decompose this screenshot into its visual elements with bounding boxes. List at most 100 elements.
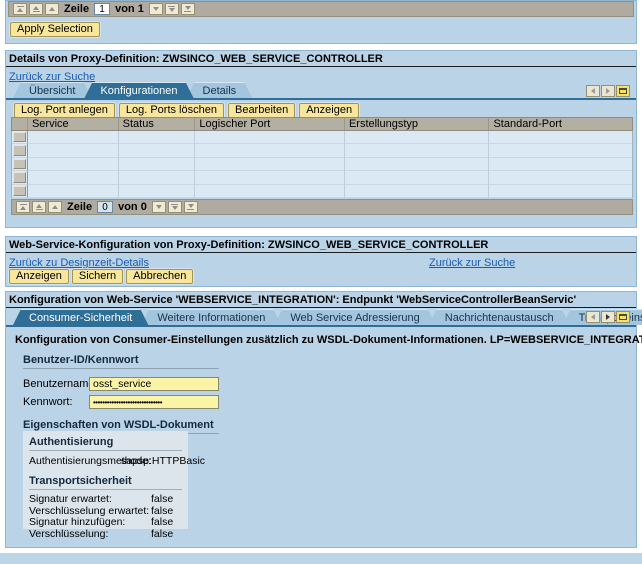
chevron-right-icon [606, 88, 610, 94]
first-row-button[interactable] [13, 3, 27, 15]
tab-consumer-sicherheit[interactable]: Consumer-Sicherheit [13, 309, 148, 325]
tab-strip-divider [6, 325, 636, 327]
col-status: Status [119, 118, 196, 130]
edit-button[interactable]: Bearbeiten [228, 103, 295, 118]
proxy-details-title: Details von Proxy-Definition: ZWSINCO_WE… [6, 52, 636, 67]
property-row: Signatur hinzufügen: false [29, 517, 182, 529]
tab-scroll-right-button[interactable] [601, 85, 615, 97]
ws-config-toolbar: Anzeigen Sichern Abbrechen [9, 269, 193, 284]
page-down-icon [172, 206, 178, 210]
auth-method-label: Authentisierungsmethode: [29, 455, 121, 467]
scroll-bottom-icon [188, 204, 194, 208]
create-logport-button[interactable]: Log. Port anlegen [14, 103, 115, 118]
chevron-left-icon [591, 88, 595, 94]
wsdl-properties-box: Authentisierung Authentisierungsmethode:… [23, 431, 188, 529]
auth-subheader: Authentisierung [29, 434, 182, 451]
page-up-icon [36, 204, 42, 208]
tab-nachrichtenaustausch[interactable]: Nachrichtenaustausch [429, 309, 570, 325]
row-up-button[interactable] [45, 3, 59, 15]
row-selector[interactable] [12, 171, 28, 184]
ws-config-title: Web-Service-Konfiguration von Proxy-Defi… [6, 238, 636, 253]
tab-scroll-right-button[interactable] [601, 311, 615, 323]
ws-config-panel: Web-Service-Konfiguration von Proxy-Defi… [5, 236, 637, 287]
table-body [11, 131, 633, 198]
col-service: Service [28, 118, 119, 130]
tab-expand-button[interactable] [616, 85, 630, 97]
back-to-search-link[interactable]: Zurück zur Suche [429, 257, 515, 269]
col-erstellungstyp: Erstellungstyp [345, 118, 490, 130]
row-selector[interactable] [12, 185, 28, 198]
endpoint-tab-scroll [586, 311, 630, 323]
page-down-button[interactable] [168, 201, 182, 213]
selection-panel: Zeile von 1 Apply Selection [5, 0, 637, 44]
row-down-button[interactable] [152, 201, 166, 213]
delete-logports-button[interactable]: Log. Ports löschen [119, 103, 224, 118]
password-input[interactable] [89, 395, 219, 409]
row-down-button[interactable] [149, 3, 163, 15]
row-number-input[interactable] [94, 3, 110, 15]
page-up-button[interactable] [29, 3, 43, 15]
property-label: Signatur erwartet: [29, 494, 151, 506]
row-up-button[interactable] [48, 201, 62, 213]
row-selector[interactable] [12, 158, 28, 171]
pager-total: von 0 [118, 201, 147, 213]
page-down-icon [169, 8, 175, 12]
row-number-input[interactable] [97, 201, 113, 213]
auth-method-value: sapsp:HTTPBasic [121, 455, 205, 467]
tab-strip-divider [6, 98, 636, 100]
tab-details[interactable]: Details [187, 82, 253, 98]
username-input[interactable] [89, 377, 219, 391]
page-up-icon [33, 6, 39, 10]
logport-toolbar: Log. Port anlegen Log. Ports löschen Bea… [14, 103, 359, 118]
property-value: false [151, 517, 173, 529]
auth-method-row: Authentisierungsmethode: sapsp:HTTPBasic [29, 455, 182, 467]
property-value: false [151, 529, 173, 541]
window-icon [619, 88, 627, 94]
table-pager: Zeile von 0 [11, 199, 633, 215]
property-label: Signatur hinzufügen: [29, 517, 151, 529]
page-down-button[interactable] [165, 3, 179, 15]
window-icon [619, 314, 627, 320]
tab-ws-adressierung[interactable]: Web Service Adressierung [274, 309, 435, 325]
last-row-button[interactable] [184, 201, 198, 213]
password-row: Kennwort: [23, 395, 219, 409]
table-row [12, 158, 632, 171]
cancel-button[interactable]: Abbrechen [126, 269, 193, 284]
display-button[interactable]: Anzeigen [9, 269, 69, 284]
proxy-details-panel: Details von Proxy-Definition: ZWSINCO_WE… [5, 50, 637, 228]
proxy-tab-strip: Übersicht Konfigurationen Details [20, 82, 252, 98]
tab-scroll-left-button[interactable] [586, 311, 600, 323]
tab-uebersicht[interactable]: Übersicht [13, 82, 91, 98]
tab-scroll-left-button[interactable] [586, 85, 600, 97]
endpoint-tab-strip: Consumer-Sicherheit Weitere Informatione… [20, 309, 642, 325]
row-selector[interactable] [12, 144, 28, 157]
scroll-bottom-icon [185, 6, 191, 10]
first-row-button[interactable] [16, 201, 30, 213]
arrow-up-icon [52, 205, 58, 209]
user-id-section-header: Benutzer-ID/Kennwort [23, 354, 219, 369]
last-row-button[interactable] [181, 3, 195, 15]
endpoint-title: Konfiguration von Web-Service 'WEBSERVIC… [6, 293, 636, 308]
chevron-left-icon [591, 314, 595, 320]
save-button[interactable]: Sichern [72, 269, 123, 284]
select-all-cell[interactable] [12, 118, 28, 130]
chevron-right-icon [606, 314, 610, 320]
page: Zeile von 1 Apply Selection Details von … [0, 0, 642, 564]
arrow-up-icon [49, 7, 55, 11]
endpoint-panel: Konfiguration von Web-Service 'WEBSERVIC… [5, 291, 637, 548]
table-row [12, 185, 632, 198]
table-row [12, 171, 632, 184]
row-selector[interactable] [12, 131, 28, 144]
tab-expand-button[interactable] [616, 311, 630, 323]
back-to-designtime-link[interactable]: Zurück zu Designzeit-Details [9, 257, 149, 269]
username-label: Benutzername: [23, 378, 89, 390]
display-button[interactable]: Anzeigen [299, 103, 359, 118]
tab-weitere-informationen[interactable]: Weitere Informationen [141, 309, 281, 325]
pager-label: Zeile [64, 3, 89, 15]
tab-konfigurationen[interactable]: Konfigurationen [84, 82, 193, 98]
transport-subheader: Transportsicherheit [29, 473, 182, 490]
apply-selection-button[interactable]: Apply Selection [10, 22, 100, 37]
page-up-button[interactable] [32, 201, 46, 213]
table-row [12, 131, 632, 144]
username-row: Benutzername: [23, 377, 219, 391]
